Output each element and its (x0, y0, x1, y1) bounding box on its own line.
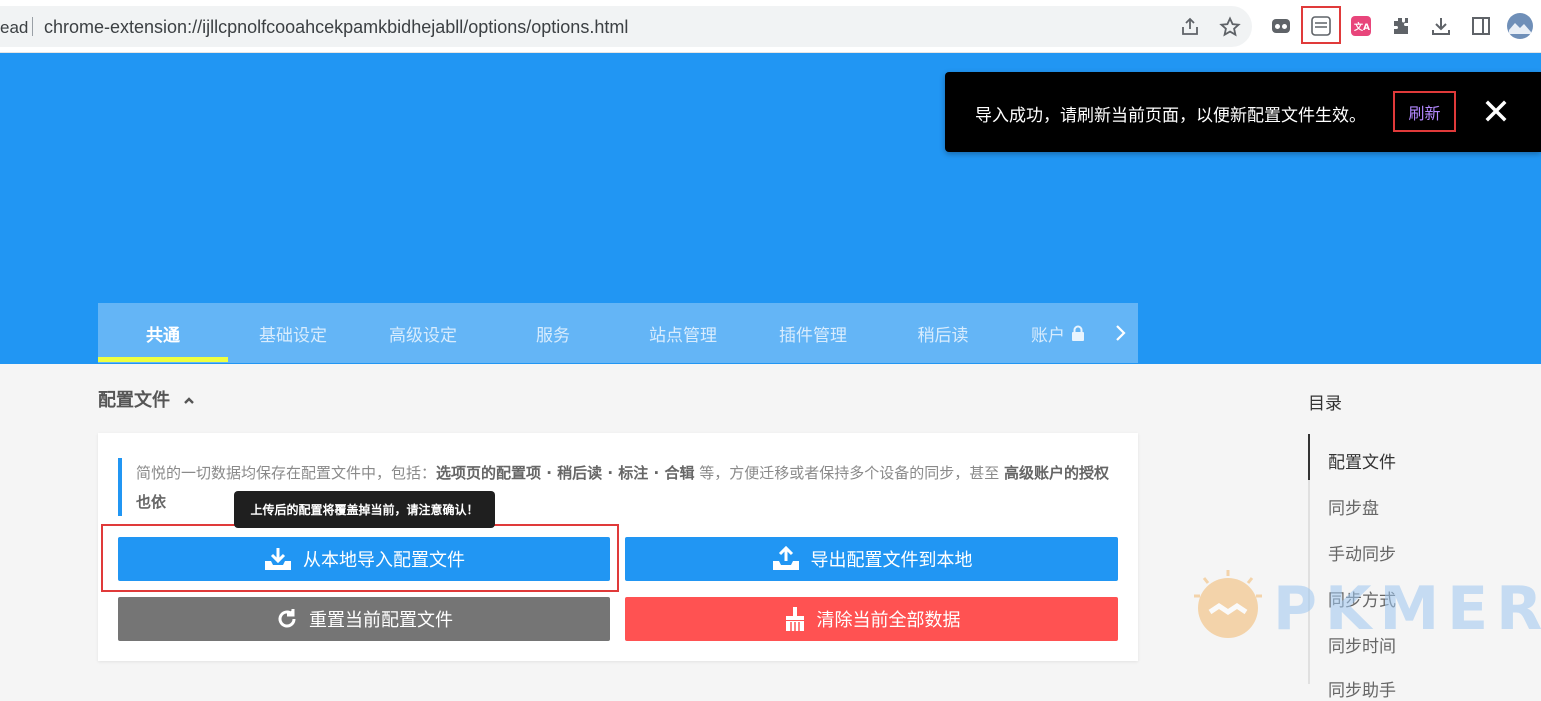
reset-config-button[interactable]: 重置当前配置文件 (118, 597, 610, 641)
section-title[interactable]: 配置文件 (98, 386, 196, 412)
address-separator (32, 17, 33, 36)
tab-label: 共通 (146, 325, 180, 346)
settings-tabs: 共通 基础设定 高级设定 服务 站点管理 插件管理 稍后读 账户 (98, 303, 1138, 363)
tab-advanced-settings[interactable]: 高级设定 (358, 303, 488, 363)
download-icon[interactable] (1428, 13, 1454, 39)
translate-extension-icon[interactable]: 文A (1348, 13, 1374, 39)
clear-data-button[interactable]: 清除当前全部数据 (625, 597, 1118, 641)
lock-icon (1072, 325, 1084, 341)
tab-label: 基础设定 (259, 325, 327, 346)
toc-item-manual-sync[interactable]: 手动同步 (1328, 540, 1396, 565)
description-accent-bar (118, 458, 122, 516)
button-label: 重置当前配置文件 (309, 610, 453, 631)
bookmark-star-icon[interactable] (1218, 15, 1242, 39)
toc-title: 目录 (1308, 394, 1342, 414)
highlight-box-import (101, 524, 619, 592)
watermark-text: PKMER (1273, 574, 1541, 644)
toast-refresh-button[interactable]: 刷新 (1393, 91, 1456, 132)
toc-item-config-file[interactable]: 配置文件 (1328, 448, 1396, 473)
refresh-icon (278, 609, 296, 628)
svg-text:文A: 文A (1353, 21, 1370, 33)
toc-item-sync-helper[interactable]: 同步助手 (1328, 676, 1396, 701)
description-text: 等，方便迁移或者保持多个设备的同步，甚至 (694, 464, 1004, 482)
description-emphasis: 选项页的配置项 · 稍后读 · 标注 · 合辑 (436, 464, 695, 482)
tab-account[interactable]: 账户 (1008, 303, 1108, 363)
toc-active-marker (1308, 434, 1310, 480)
upload-tray-icon (772, 546, 799, 570)
toast-message: 导入成功，请刷新当前页面，以便新配置文件生效。 (975, 106, 1366, 126)
chevron-right-icon[interactable] (1108, 321, 1132, 345)
tab-label: 稍后读 (917, 325, 969, 346)
pkmer-logo-icon (1194, 570, 1262, 638)
tab-label: 服务 (536, 325, 570, 346)
tooltip: 上传后的配置将覆盖掉当前，请注意确认！ (234, 491, 495, 528)
tab-plugin-management[interactable]: 插件管理 (748, 303, 878, 363)
toc-item-sync-disk[interactable]: 同步盘 (1328, 494, 1379, 519)
button-label: 清除当前全部数据 (816, 610, 961, 631)
tab-site-management[interactable]: 站点管理 (618, 303, 748, 363)
browser-toolbar: ead chrome-extension://ijllcpnolfcooahce… (0, 0, 1541, 53)
tab-label: 高级设定 (389, 325, 457, 346)
pkmer-watermark: PKMER (1178, 564, 1541, 654)
address-bar[interactable]: ead chrome-extension://ijllcpnolfcooahce… (0, 6, 1252, 47)
tab-label: 插件管理 (779, 325, 847, 346)
tab-common[interactable]: 共通 (98, 303, 228, 363)
address-prefix: ead (0, 18, 29, 37)
tab-services[interactable]: 服务 (488, 303, 618, 363)
puzzle-icon[interactable] (1388, 13, 1414, 39)
profile-avatar[interactable] (1507, 13, 1533, 39)
sidebar-icon[interactable] (1468, 13, 1494, 39)
tab-label: 账户 (1031, 325, 1065, 346)
highlight-box-extension (1301, 6, 1341, 44)
export-config-button[interactable]: 导出配置文件到本地 (625, 537, 1118, 581)
tab-label: 站点管理 (649, 325, 717, 346)
button-label: 导出配置文件到本地 (810, 550, 973, 571)
close-icon[interactable] (1483, 98, 1509, 124)
tab-read-later[interactable]: 稍后读 (878, 303, 1008, 363)
snackbar-toast: 导入成功，请刷新当前页面，以便新配置文件生效。 刷新 (945, 72, 1541, 152)
tab-basic-settings[interactable]: 基础设定 (228, 303, 358, 363)
section-title-text: 配置文件 (98, 390, 170, 411)
address-url[interactable]: chrome-extension://ijllcpnolfcooahcekpam… (44, 17, 628, 38)
description-text: 简悦的一切数据均保存在配置文件中，包括： (136, 464, 437, 482)
tab-indicator (98, 357, 228, 362)
share-icon[interactable] (1178, 15, 1202, 39)
chevron-up-icon[interactable] (182, 394, 196, 408)
extension-icon[interactable] (1268, 13, 1294, 39)
broom-icon (785, 607, 804, 631)
